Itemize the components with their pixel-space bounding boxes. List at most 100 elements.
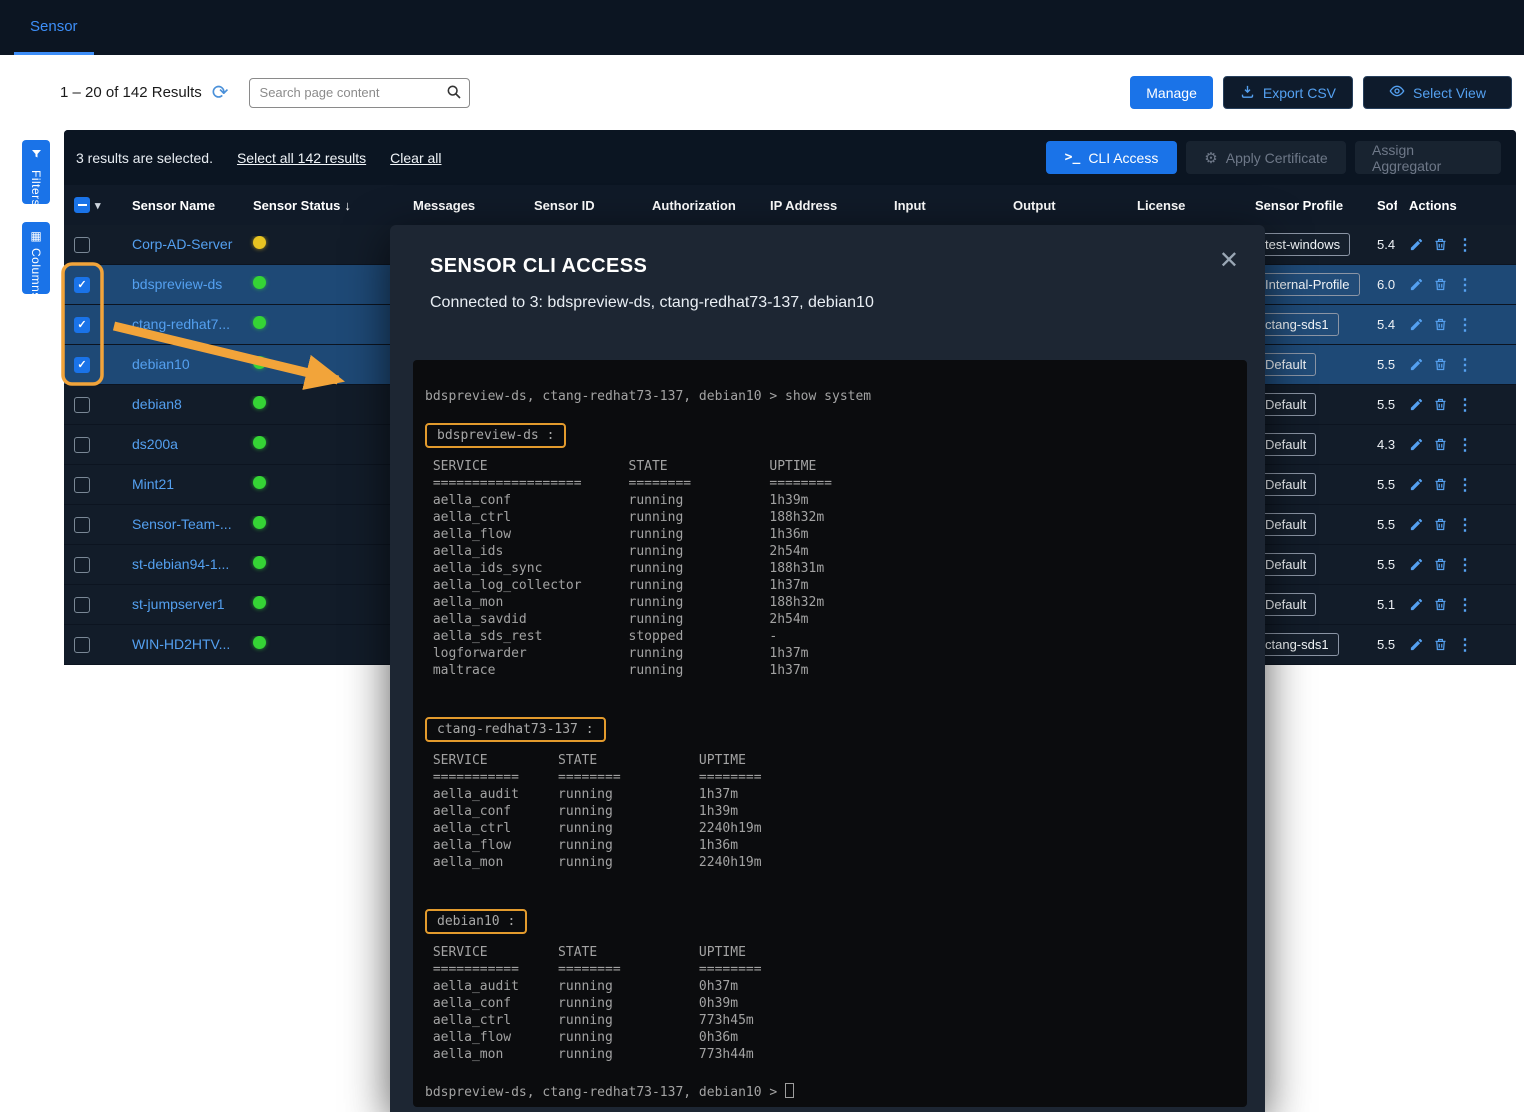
edit-icon[interactable] bbox=[1409, 357, 1424, 372]
cli-access-modal: ✕ SENSOR CLI ACCESS Connected to 3: bdsp… bbox=[390, 225, 1265, 1112]
software-version: 4.3 bbox=[1377, 437, 1395, 452]
sensor-name-link[interactable]: ds200a bbox=[132, 436, 178, 452]
terminal-output: SERVICE STATE UPTIME ===================… bbox=[425, 458, 1233, 679]
delete-icon[interactable] bbox=[1433, 597, 1448, 612]
software-version: 5.4 bbox=[1377, 237, 1395, 252]
row-checkbox[interactable] bbox=[74, 437, 90, 453]
software-version: 5.5 bbox=[1377, 637, 1395, 652]
column-header-license[interactable]: License bbox=[1125, 198, 1243, 213]
more-actions-icon[interactable]: ⋮ bbox=[1457, 315, 1473, 335]
column-header-actions: Actions bbox=[1397, 198, 1516, 213]
column-header-ip-address[interactable]: IP Address bbox=[758, 198, 882, 213]
column-header-sensor-name[interactable]: Sensor Name bbox=[120, 198, 241, 213]
search-input[interactable] bbox=[249, 78, 470, 108]
sidebar-tab-filters[interactable]: Filters bbox=[22, 140, 50, 204]
page: Sensor 1 – 20 of 142 Results ⟳ Manage bbox=[0, 0, 1524, 1112]
edit-icon[interactable] bbox=[1409, 597, 1424, 612]
status-dot bbox=[253, 596, 266, 609]
modal-title: SENSOR CLI ACCESS bbox=[430, 255, 1225, 278]
edit-icon[interactable] bbox=[1409, 557, 1424, 572]
manage-button[interactable]: Manage bbox=[1130, 76, 1213, 109]
row-checkbox[interactable] bbox=[74, 597, 90, 613]
more-actions-icon[interactable]: ⋮ bbox=[1457, 555, 1473, 575]
delete-icon[interactable] bbox=[1433, 357, 1448, 372]
sensor-name-link[interactable]: st-debian94-1... bbox=[132, 556, 229, 572]
select-all-link[interactable]: Select all 142 results bbox=[237, 150, 366, 166]
more-actions-icon[interactable]: ⋮ bbox=[1457, 435, 1473, 455]
sensor-name-link[interactable]: bdspreview-ds bbox=[132, 276, 222, 292]
cli-terminal[interactable]: bdspreview-ds, ctang-redhat73-137, debia… bbox=[413, 360, 1247, 1107]
delete-icon[interactable] bbox=[1433, 477, 1448, 492]
column-header-sensor-profile[interactable]: Sensor Profile bbox=[1243, 198, 1365, 213]
sensor-name-link[interactable]: debian8 bbox=[132, 396, 182, 412]
more-actions-icon[interactable]: ⋮ bbox=[1457, 515, 1473, 535]
delete-icon[interactable] bbox=[1433, 397, 1448, 412]
column-header-authorization[interactable]: Authorization bbox=[640, 198, 758, 213]
sensor-name-link[interactable]: Mint21 bbox=[132, 476, 174, 492]
more-actions-icon[interactable]: ⋮ bbox=[1457, 275, 1473, 295]
more-actions-icon[interactable]: ⋮ bbox=[1457, 475, 1473, 495]
column-header-input[interactable]: Input bbox=[882, 198, 1001, 213]
row-checkbox[interactable] bbox=[74, 517, 90, 533]
delete-icon[interactable] bbox=[1433, 637, 1448, 652]
more-actions-icon[interactable]: ⋮ bbox=[1457, 635, 1473, 655]
edit-icon[interactable] bbox=[1409, 517, 1424, 532]
apply-certificate-label: Apply Certificate bbox=[1226, 150, 1328, 166]
terminal-prompt[interactable]: bdspreview-ds, ctang-redhat73-137, debia… bbox=[425, 1083, 1233, 1101]
column-header-software[interactable]: Soft bbox=[1365, 198, 1397, 213]
row-checkbox[interactable] bbox=[74, 397, 90, 413]
more-actions-icon[interactable]: ⋮ bbox=[1457, 355, 1473, 375]
select-all-checkbox[interactable] bbox=[74, 197, 90, 213]
assign-aggregator-button[interactable]: Assign Aggregator bbox=[1355, 141, 1501, 174]
selection-dropdown-caret[interactable]: ▾ bbox=[95, 199, 101, 212]
sensor-name-link[interactable]: Sensor-Team-... bbox=[132, 516, 232, 532]
software-version: 5.5 bbox=[1377, 557, 1395, 572]
search-box bbox=[249, 78, 470, 108]
delete-icon[interactable] bbox=[1433, 437, 1448, 452]
edit-icon[interactable] bbox=[1409, 277, 1424, 292]
edit-icon[interactable] bbox=[1409, 477, 1424, 492]
edit-icon[interactable] bbox=[1409, 317, 1424, 332]
row-checkbox[interactable] bbox=[74, 237, 90, 253]
edit-icon[interactable] bbox=[1409, 237, 1424, 252]
sensor-name-link[interactable]: ctang-redhat7... bbox=[132, 316, 230, 332]
row-checkbox[interactable] bbox=[74, 317, 90, 333]
column-header-output[interactable]: Output bbox=[1001, 198, 1125, 213]
more-actions-icon[interactable]: ⋮ bbox=[1457, 595, 1473, 615]
more-actions-icon[interactable]: ⋮ bbox=[1457, 235, 1473, 255]
clear-all-link[interactable]: Clear all bbox=[390, 150, 441, 166]
select-view-button[interactable]: Select View bbox=[1363, 76, 1512, 109]
sensor-name-link[interactable]: st-jumpserver1 bbox=[132, 596, 225, 612]
delete-icon[interactable] bbox=[1433, 517, 1448, 532]
edit-icon[interactable] bbox=[1409, 637, 1424, 652]
delete-icon[interactable] bbox=[1433, 557, 1448, 572]
row-checkbox[interactable] bbox=[74, 477, 90, 493]
sensor-name-link[interactable]: debian10 bbox=[132, 356, 190, 372]
delete-icon[interactable] bbox=[1433, 317, 1448, 332]
toolbar-actions: Manage Export CSV Select View bbox=[1130, 76, 1512, 109]
row-checkbox[interactable] bbox=[74, 637, 90, 653]
refresh-icon[interactable]: ⟳ bbox=[212, 83, 229, 103]
edit-icon[interactable] bbox=[1409, 397, 1424, 412]
edit-icon[interactable] bbox=[1409, 437, 1424, 452]
sensor-profile-chip: test-windows bbox=[1255, 233, 1350, 256]
cli-access-button[interactable]: >_ CLI Access bbox=[1046, 141, 1177, 174]
column-header-sensor-status[interactable]: Sensor Status↓ bbox=[241, 198, 401, 213]
delete-icon[interactable] bbox=[1433, 277, 1448, 292]
row-checkbox[interactable] bbox=[74, 557, 90, 573]
more-actions-icon[interactable]: ⋮ bbox=[1457, 395, 1473, 415]
export-csv-button[interactable]: Export CSV bbox=[1223, 76, 1353, 109]
software-version: 5.1 bbox=[1377, 597, 1395, 612]
sidebar-tab-columns[interactable]: ▦ Columns bbox=[22, 222, 50, 294]
sensor-name-link[interactable]: WIN-HD2HTV... bbox=[132, 636, 230, 652]
column-header-messages[interactable]: Messages bbox=[401, 198, 522, 213]
delete-icon[interactable] bbox=[1433, 237, 1448, 252]
assign-aggregator-label: Assign Aggregator bbox=[1372, 142, 1484, 174]
close-icon[interactable]: ✕ bbox=[1219, 249, 1239, 273]
row-checkbox[interactable] bbox=[74, 277, 90, 293]
row-checkbox[interactable] bbox=[74, 357, 90, 373]
apply-certificate-button[interactable]: ⚙ Apply Certificate bbox=[1186, 141, 1346, 174]
sensor-name-link[interactable]: Corp-AD-Server bbox=[132, 236, 232, 252]
column-header-sensor-id[interactable]: Sensor ID bbox=[522, 198, 640, 213]
tab-sensor[interactable]: Sensor bbox=[14, 0, 94, 55]
